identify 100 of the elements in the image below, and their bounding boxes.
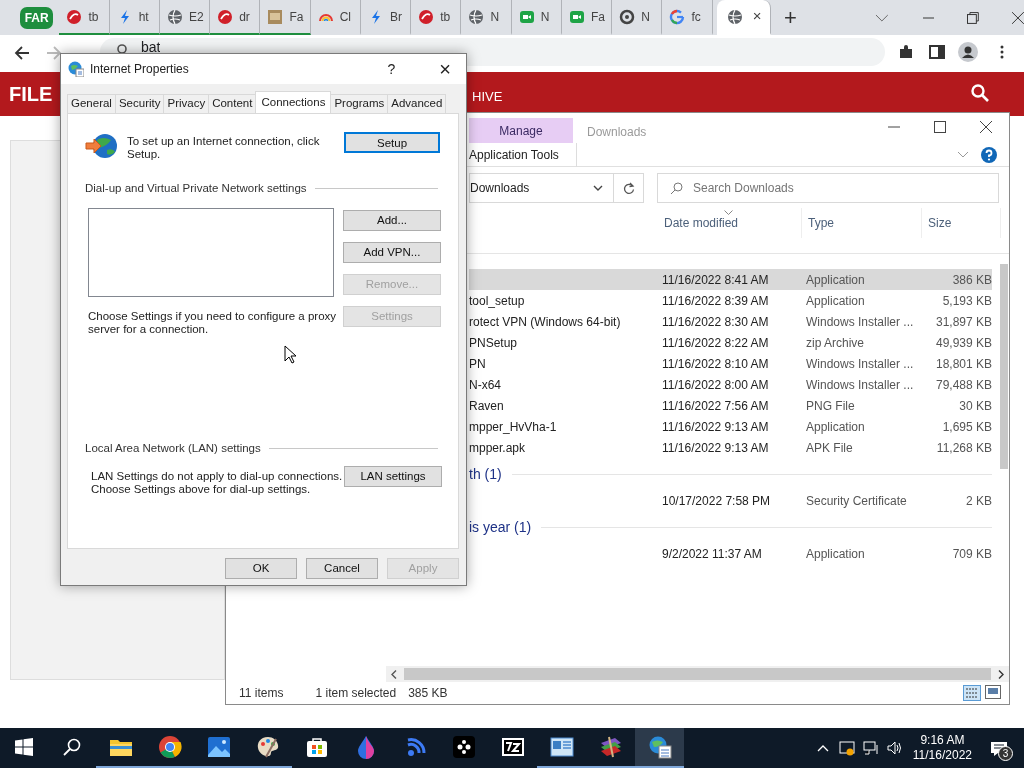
browser-tab[interactable]: × — [716, 0, 771, 35]
site-logo[interactable]: FILE — [9, 83, 53, 105]
menu-icon[interactable] — [1000, 45, 1004, 59]
address-text[interactable]: bat — [141, 41, 161, 53]
profile-icon[interactable] — [958, 42, 978, 62]
search-icon — [670, 181, 683, 195]
refresh-button[interactable] — [614, 173, 644, 203]
file-row[interactable]: mpper.apk 11/16/2022 9:13 AM APK File 11,268 KB — [469, 437, 992, 458]
connections-list[interactable] — [88, 208, 334, 298]
dialog-button[interactable]: Add... — [343, 210, 441, 232]
file-row[interactable]: PN 11/16/2022 8:10 AM Windows Installer ... 18,801 KB — [469, 353, 992, 374]
dialog-button[interactable]: Add VPN... — [343, 242, 441, 264]
search-box[interactable]: Search Downloads — [657, 173, 999, 203]
file-date: 10/17/2022 7:58 PM — [661, 492, 772, 510]
maximize-icon[interactable] — [967, 11, 980, 24]
close-button[interactable]: × — [439, 59, 451, 79]
search-icon[interactable] — [63, 738, 81, 756]
vertical-scrollbar[interactable] — [1000, 264, 1008, 469]
search-field[interactable]: Search Downloads — [693, 179, 973, 197]
lan-settings-button[interactable]: LAN settings — [344, 465, 442, 487]
tab-group-label[interactable]: FAR — [20, 6, 54, 29]
group-header[interactable]: is year (1) — [469, 516, 532, 538]
globe-icon — [647, 735, 672, 759]
chevron-down-icon[interactable] — [593, 185, 603, 191]
ring-icon — [619, 8, 636, 25]
close-icon[interactable] — [980, 121, 992, 133]
help-button[interactable]: ? — [387, 58, 396, 80]
file-row[interactable]: 10/17/2022 7:58 PM Security Certificate 2 KB — [469, 490, 992, 511]
file-row[interactable]: PNSetup 11/16/2022 8:22 AM zip Archive 49,939 KB — [469, 332, 992, 353]
selection-count: 1 item selected — [315, 685, 397, 702]
file-date: 11/16/2022 8:22 AM — [661, 334, 770, 352]
tiles-view-icon[interactable] — [985, 685, 1001, 699]
file-type: Application — [805, 292, 866, 310]
file-row[interactable]: 11/16/2022 8:41 AM Application 386 KB — [469, 269, 992, 290]
scrollbar-thumb[interactable] — [404, 668, 991, 680]
chevron-up-icon[interactable] — [816, 744, 829, 752]
globe-arrow-icon — [85, 132, 119, 160]
file-type: Windows Installer ... — [805, 376, 915, 394]
file-row[interactable]: tool_setup 11/16/2022 8:39 AM Application 5,193 KB — [469, 290, 992, 311]
palette-icon — [255, 735, 280, 759]
search-icon — [117, 44, 129, 56]
video-camera-icon — [518, 8, 535, 25]
scroll-left-icon[interactable] — [391, 669, 397, 679]
details-view-icon[interactable] — [963, 685, 981, 701]
file-row[interactable]: mpper_HvVha-1 11/16/2022 9:13 AM Application 1,695 KB — [469, 416, 992, 437]
side-panel-icon[interactable] — [929, 44, 945, 60]
dialog-button[interactable]: Cancel — [306, 558, 378, 579]
location-text: Downloads — [470, 180, 530, 197]
file-size: 49,939 KB — [934, 334, 992, 352]
clock-time[interactable]: 9:16 AM — [920, 733, 965, 748]
location-field[interactable]: Downloads — [469, 173, 614, 203]
dialog-tab[interactable]: General — [67, 94, 116, 113]
file-date: 11/16/2022 9:13 AM — [661, 439, 770, 457]
close-tab-button[interactable]: × — [752, 5, 762, 28]
shopping-bag-icon — [304, 735, 329, 759]
dialog-tab[interactable]: Connections — [255, 91, 332, 113]
ask-icon — [217, 8, 234, 25]
taskbar-button[interactable] — [635, 728, 684, 768]
file-row[interactable]: 9/2/2022 11:37 AM Application 709 KB — [469, 543, 992, 564]
file-type: Windows Installer ... — [805, 355, 915, 373]
speaker-icon[interactable] — [886, 740, 903, 756]
nav-link[interactable]: HIVE — [472, 89, 503, 104]
puzzle-icon[interactable] — [898, 44, 914, 60]
dialog-title: Internet Properties — [90, 61, 189, 78]
file-type: Security Certificate — [805, 492, 908, 510]
file-size: 709 KB — [951, 545, 992, 563]
setup-button[interactable]: Setup — [344, 132, 440, 153]
group-header[interactable]: th (1) — [469, 463, 502, 485]
network-icon[interactable] — [862, 740, 879, 756]
column-header[interactable]: Size — [922, 208, 1001, 238]
file-date: 11/16/2022 9:13 AM — [661, 418, 770, 436]
security-icon[interactable] — [838, 740, 855, 756]
help-icon[interactable] — [981, 146, 997, 163]
cursor-icon — [284, 345, 297, 364]
refresh-icon — [622, 181, 635, 195]
dialog-button[interactable]: OK — [225, 558, 297, 579]
notification-count: 3 — [998, 746, 1013, 761]
file-date: 9/2/2022 11:37 AM — [661, 545, 763, 563]
back-icon[interactable] — [14, 45, 30, 60]
close-icon[interactable] — [1012, 11, 1024, 24]
proxy-text: Choose Settings if you need to configure a proxy server for a connection. — [88, 310, 338, 337]
ask-icon — [418, 8, 435, 25]
start-icon[interactable] — [15, 738, 33, 756]
scroll-right-icon[interactable] — [998, 669, 1004, 679]
new-tab-button[interactable]: + — [783, 6, 797, 29]
search-icon[interactable] — [971, 84, 989, 102]
maximize-icon[interactable] — [934, 121, 946, 133]
column-header[interactable]: Date modified — [658, 208, 802, 238]
ribbon-tab[interactable]: Manage — [469, 118, 573, 143]
globe-icon — [166, 8, 183, 25]
ribbon-label[interactable]: Application Tools — [469, 142, 577, 167]
item-count: 11 items — [239, 685, 284, 702]
selection-size: 385 KB — [408, 685, 448, 702]
dialog-tab[interactable]: Advanced — [387, 94, 447, 113]
file-row[interactable]: Raven 11/16/2022 7:56 AM PNG File 30 KB — [469, 395, 992, 416]
clock-date[interactable]: 11/16/2022 — [912, 748, 972, 763]
file-date: 11/16/2022 8:41 AM — [661, 271, 770, 289]
file-row[interactable]: rotect VPN (Windows 64-bit) 11/16/2022 8:30 AM Windows Installer ... 31,897 KB — [469, 311, 992, 332]
file-row[interactable]: N-x64 11/16/2022 8:00 AM Windows Installer ... 79,488 KB — [469, 374, 992, 395]
column-header[interactable]: Type — [802, 208, 922, 238]
